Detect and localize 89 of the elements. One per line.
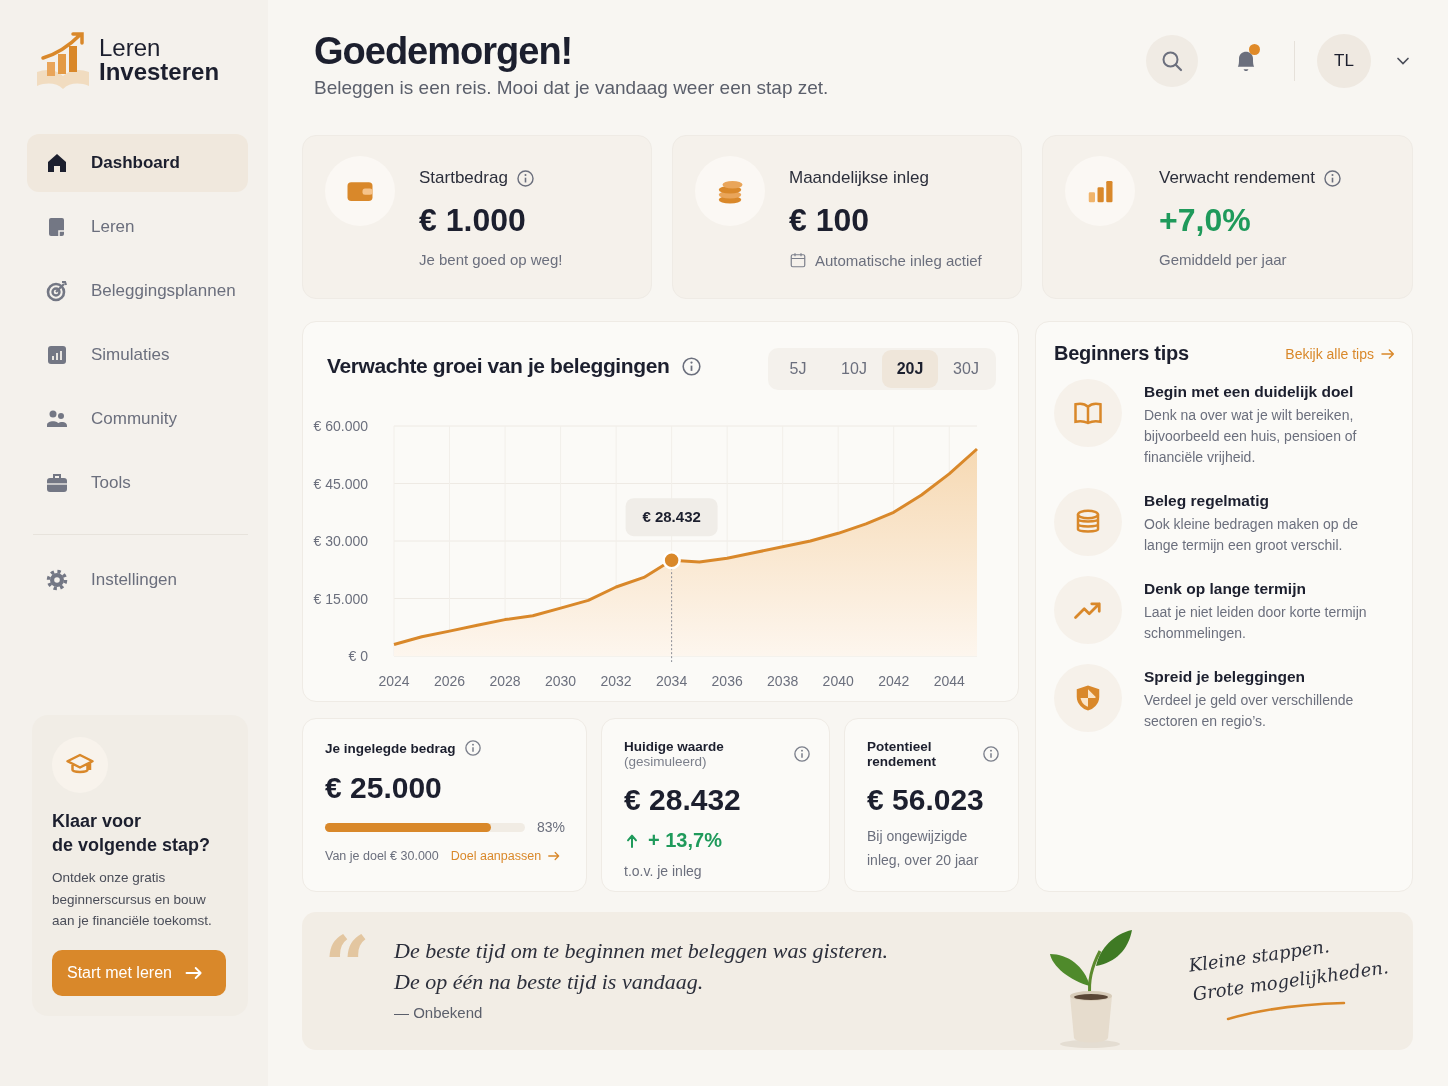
axis-label: 2044: [933, 673, 965, 689]
change-value: + 13,7%: [648, 829, 722, 852]
annotation: € 28.432: [642, 508, 701, 526]
quote-text: De beste tijd om te beginnen met beleggen was gisteren. De op één na beste tijd is vandaag.: [394, 937, 889, 996]
nav-item[interactable]: Simulaties: [27, 326, 248, 384]
axis-label: € 60.000: [313, 418, 368, 434]
nav-item[interactable]: Instellingen: [27, 551, 248, 609]
axis-label: 2028: [489, 673, 521, 689]
tip-text: Verdeel je geld over verschillende sectoren en regio’s.: [1144, 691, 1355, 731]
stat-label: Verwacht rendement: [1159, 168, 1315, 188]
quote-mark: “: [324, 926, 371, 1006]
tip-title: Denk op lange termijn: [1144, 580, 1307, 598]
card-note: t.o.v. je inleg: [624, 862, 703, 881]
stat-label: Startbedrag: [419, 168, 508, 188]
period-tab[interactable]: 10J: [826, 350, 882, 388]
slogan: Kleine stappen. Grote mogelijkheden.: [1186, 934, 1391, 1007]
tip-text: Ook kleine bedragen maken op de lange termijn een groot verschil.: [1144, 515, 1360, 555]
tip-text: Denk na over wat je wilt bereiken, bijvoorbeeld een huis, pensioen of financiële vrijheid.: [1144, 406, 1358, 467]
brand-name: Investeren: [99, 60, 220, 84]
value-tooltip: € 28.432: [625, 498, 718, 537]
axis-label: 2030: [545, 673, 577, 689]
card-title: Huidige waarde (gesimuleerd): [624, 739, 725, 769]
card-note: Bij ongewijzigde inleg, over 20 jaar: [867, 827, 980, 870]
settings-icon: [45, 568, 69, 592]
all-tips-link[interactable]: Bekijk alle tips: [1285, 345, 1396, 362]
target-icon: [45, 279, 69, 303]
axis-label: 2036: [711, 673, 743, 689]
nav-item[interactable]: Tools: [27, 454, 248, 512]
card-value: € 56.023: [867, 783, 985, 817]
page-title: Goedemorgen!: [314, 30, 574, 73]
brand-name: Leren: [99, 36, 162, 60]
data-point[interactable]: [662, 550, 681, 570]
info-icon: [982, 745, 1000, 763]
card-title: Potentieel rendement: [867, 739, 938, 769]
card-value: € 25.000: [325, 771, 443, 805]
axis-label: € 45.000: [313, 475, 368, 492]
home-icon: [45, 151, 69, 175]
logo-icon: [35, 30, 91, 90]
card-title: Je ingelegde bedrag: [325, 740, 456, 756]
axis-label: € 30.000: [313, 533, 368, 549]
period-tab[interactable]: 20J: [882, 350, 938, 388]
promo-title: Klaar voor de volgende stap?: [52, 809, 212, 857]
info-icon: [793, 745, 811, 763]
quote-author: — Onbekend: [394, 1003, 484, 1021]
nav-item[interactable]: Community: [27, 390, 248, 448]
tip-title: Begin met een duidelijk doel: [1144, 383, 1355, 401]
chart-title: Verwachte groei van je beleggingen: [327, 354, 670, 378]
start-button[interactable]: Start met leren: [52, 950, 226, 996]
goal-text: Van je doel € 30.000: [325, 849, 439, 863]
search-icon: [1160, 49, 1184, 73]
axis-label: 2026: [433, 673, 466, 689]
arrow-up-icon: [624, 832, 640, 849]
info-icon: [681, 355, 703, 377]
tip-text: Laat je niet leiden door korte termijn schommelingen.: [1144, 603, 1368, 643]
axis-label: 2032: [600, 673, 632, 689]
tips-title: Beginners tips: [1054, 342, 1189, 365]
stat-note: Gemiddeld per jaar: [1159, 251, 1287, 268]
card-value: € 28.432: [624, 783, 742, 817]
axis-label: 2042: [878, 673, 910, 689]
page-subtitle: Beleggen is een reis. Mooi dat je vandaag weer een stap zet.: [314, 77, 830, 99]
briefcase-icon: [45, 471, 69, 495]
search-button[interactable]: [1146, 35, 1198, 87]
stat-value: +7,0%: [1159, 202, 1252, 239]
axis-label: 2034: [656, 673, 688, 689]
user-avatar[interactable]: TL: [1317, 34, 1371, 88]
promo-text: Ontdek onze gratis beginnerscursus en bouw aan je financiële toekomst.: [52, 869, 213, 931]
nav-item[interactable]: Dashboard: [27, 134, 248, 192]
stat-label: Maandelijkse inleg: [789, 168, 929, 188]
period-tab[interactable]: 30J: [938, 350, 994, 388]
stat-value: € 1.000: [419, 202, 527, 239]
info-icon: [463, 739, 482, 757]
arrow-right-icon: [547, 849, 562, 863]
tip-title: Spreid je beleggingen: [1144, 668, 1307, 686]
axis-label: 2038: [767, 673, 799, 689]
calendar-icon: [789, 251, 807, 269]
nav-item[interactable]: Beleggingsplannen: [27, 262, 248, 320]
adjust-goal-link[interactable]: Doel aanpassen: [450, 849, 562, 863]
progress-reading: 83%: [537, 819, 566, 835]
axis-label: € 0: [348, 648, 368, 664]
axis-label: 2024: [378, 673, 410, 689]
tip-title: Beleg regelmatig: [1144, 492, 1270, 510]
axis-label: € 15.000: [313, 590, 368, 607]
axis-label: 2040: [822, 673, 854, 689]
stat-value: € 100: [789, 202, 871, 239]
period-tab[interactable]: 5J: [770, 350, 826, 388]
chart-icon: [45, 343, 69, 367]
stat-note: Je bent goed op weg!: [419, 251, 563, 268]
nav-item[interactable]: Leren: [27, 198, 248, 256]
stat-note: Automatische inleg actief: [815, 251, 982, 269]
